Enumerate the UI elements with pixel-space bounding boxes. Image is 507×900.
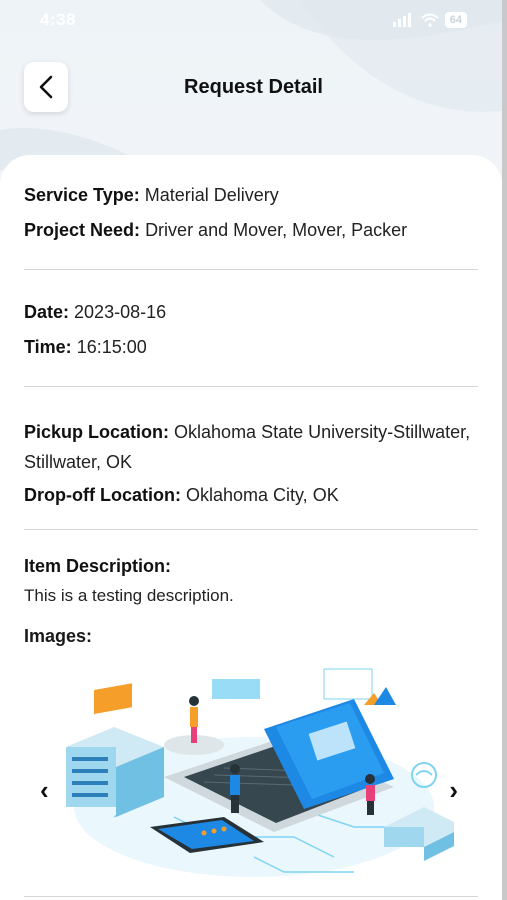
carousel-prev-icon[interactable]: ‹ xyxy=(40,775,49,806)
detail-card: Service Type: Material Delivery Project … xyxy=(0,155,502,900)
time-row: Time: 16:15:00 xyxy=(24,335,478,359)
date-value: 2023-08-16 xyxy=(74,302,167,322)
time-value: 16:15:00 xyxy=(76,337,147,357)
item-description-value: This is a testing description. xyxy=(24,586,234,605)
divider xyxy=(24,896,478,897)
time-label: Time: xyxy=(24,337,72,357)
item-description-row: Item Description: xyxy=(24,554,478,578)
back-button[interactable] xyxy=(24,62,68,112)
service-section: Service Type: Material Delivery Project … xyxy=(24,155,478,270)
item-description-label: Item Description: xyxy=(24,556,172,576)
location-section: Pickup Location: Oklahoma State Universi… xyxy=(24,387,478,530)
scrollbar[interactable] xyxy=(502,0,507,900)
service-type-row: Service Type: Material Delivery xyxy=(24,183,478,207)
status-time: 4:38 xyxy=(40,10,77,29)
project-need-label: Project Need: xyxy=(24,220,141,240)
datetime-section: Date: 2023-08-16 Time: 16:15:00 xyxy=(24,270,478,387)
carousel-next-icon[interactable]: › xyxy=(449,775,458,806)
signal-icon xyxy=(392,13,411,27)
status-icons: 64 xyxy=(392,12,467,28)
wifi-icon xyxy=(421,13,439,27)
images-label: Images: xyxy=(24,626,93,646)
pickup-row: Pickup Location: Oklahoma State Universi… xyxy=(24,417,478,477)
service-type-label: Service Type: xyxy=(24,185,140,205)
tech-illustration-image xyxy=(66,668,454,877)
status-bar: 4:38 64 xyxy=(0,0,507,40)
date-row: Date: 2023-08-16 xyxy=(24,300,478,324)
dropoff-value: Oklahoma City, OK xyxy=(185,485,339,505)
battery-icon: 64 xyxy=(444,12,467,28)
chevron-left-icon xyxy=(39,75,53,99)
service-type-value: Material Delivery xyxy=(144,185,279,205)
page-title: Request Detail xyxy=(184,75,323,98)
description-section: Item Description: This is a testing desc… xyxy=(24,530,478,897)
dropoff-row: Drop-off Location: Oklahoma City, OK xyxy=(24,480,478,510)
dropoff-label: Drop-off Location: xyxy=(24,485,181,505)
date-label: Date: xyxy=(24,302,70,322)
header: Request Detail xyxy=(0,60,507,114)
project-need-row: Project Need: Driver and Mover, Mover, P… xyxy=(24,218,478,242)
image-carousel[interactable]: ‹ › xyxy=(24,657,478,897)
pickup-label: Pickup Location: xyxy=(24,422,170,442)
project-need-value: Driver and Mover, Mover, Packer xyxy=(145,220,408,240)
